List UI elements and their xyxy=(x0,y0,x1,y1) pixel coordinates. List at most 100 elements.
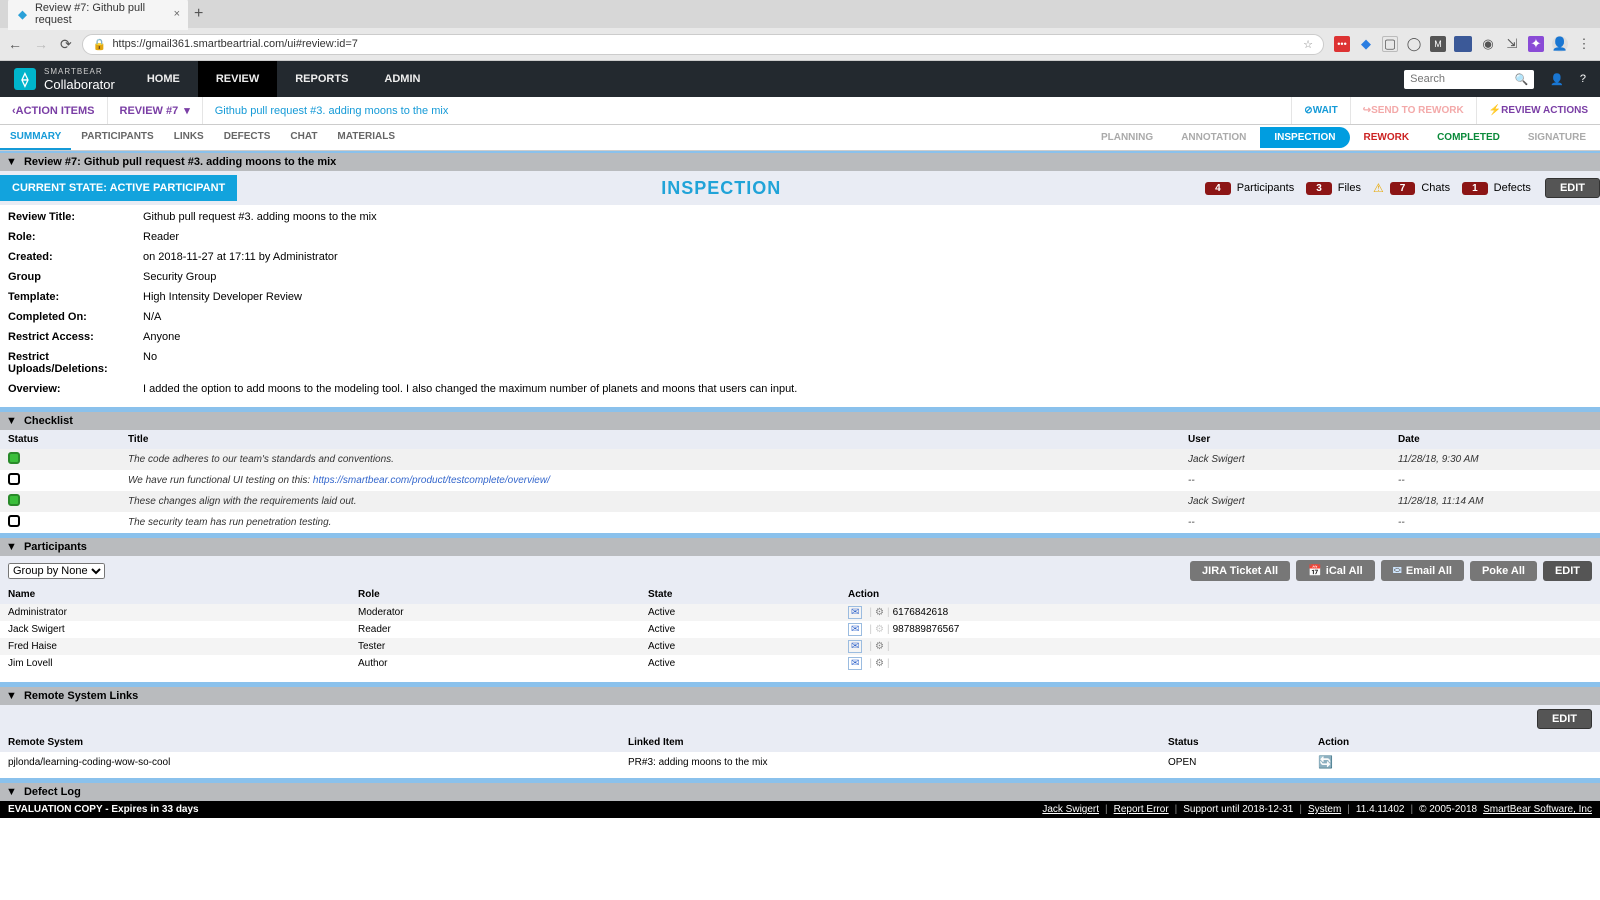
stage-planning[interactable]: PLANNING xyxy=(1087,127,1167,148)
poke-all-button[interactable]: Poke All xyxy=(1470,561,1537,581)
participant-row: Fred Haise Tester Active ✉|⚙| xyxy=(0,638,1600,655)
tab-participants[interactable]: PARTICIPANTS xyxy=(71,125,163,150)
brand[interactable]: ⟠ SMARTBEAR Collaborator xyxy=(0,67,129,92)
browser-tab[interactable]: ◆ Review #7: Github pull request × xyxy=(8,0,188,30)
ext-icon-9[interactable]: ✦ xyxy=(1528,36,1544,52)
review-num-dropdown[interactable]: REVIEW #7 ▾ xyxy=(108,97,203,124)
section-checklist-header[interactable]: ▼ Checklist xyxy=(0,410,1600,430)
gear-icon[interactable]: ⚙ xyxy=(875,658,884,669)
checklist-row: We have run functional UI testing on thi… xyxy=(0,470,1600,491)
gear-icon[interactable]: ⚙ xyxy=(875,641,884,652)
stage-annotation[interactable]: ANNOTATION xyxy=(1167,127,1260,148)
col-status: Status xyxy=(0,430,120,449)
bookmark-icon[interactable]: ☆ xyxy=(1303,38,1313,51)
col-date: Date xyxy=(1390,430,1600,449)
checkbox-icon[interactable] xyxy=(8,473,20,485)
tab-defects[interactable]: DEFECTS xyxy=(214,125,281,150)
stage-signature[interactable]: SIGNATURE xyxy=(1514,127,1600,148)
kv-template-v: High Intensity Developer Review xyxy=(143,291,302,303)
p-role: Author xyxy=(350,655,640,672)
gear-icon[interactable]: ⚙ xyxy=(875,607,884,618)
tab-summary[interactable]: SUMMARY xyxy=(0,125,71,150)
back-icon[interactable]: ← xyxy=(8,36,22,53)
mail-icon[interactable]: ✉ xyxy=(848,606,862,619)
ext-icon-7[interactable]: ◉ xyxy=(1480,36,1496,52)
nav-review[interactable]: REVIEW xyxy=(198,61,277,97)
edit-remote-button[interactable]: EDIT xyxy=(1537,709,1592,729)
checkbox-icon[interactable] xyxy=(8,515,20,527)
url-field[interactable]: 🔒 https://gmail361.smartbeartrial.com/ui… xyxy=(82,34,1324,55)
stage-inspection[interactable]: INSPECTION xyxy=(1260,127,1349,148)
footer-user[interactable]: Jack Swigert xyxy=(1042,804,1099,815)
ext-icon-1[interactable]: ••• xyxy=(1334,36,1350,52)
close-icon[interactable]: × xyxy=(174,8,180,20)
app-header: ⟠ SMARTBEAR Collaborator HOME REVIEW REP… xyxy=(0,61,1600,97)
gear-icon[interactable]: ⚙ xyxy=(875,624,884,635)
rcol-action: Action xyxy=(1310,733,1600,752)
warning-icon: ⚠ xyxy=(1373,181,1384,195)
browser-chrome: ◆ Review #7: Github pull request × + ← →… xyxy=(0,0,1600,61)
ical-all-button[interactable]: 📅iCal All xyxy=(1296,560,1375,581)
nav-admin[interactable]: ADMIN xyxy=(366,61,438,97)
user-icon[interactable]: 👤 xyxy=(1550,73,1564,86)
mail-icon[interactable]: ✉ xyxy=(848,623,862,636)
ext-icon-3[interactable]: ▢ xyxy=(1382,36,1398,52)
tab-chat[interactable]: CHAT xyxy=(280,125,327,150)
kv-completed-v: N/A xyxy=(143,311,161,323)
ext-icon-2[interactable]: ◆ xyxy=(1358,36,1374,52)
help-icon[interactable]: ? xyxy=(1580,73,1586,85)
kv-role-k: Role: xyxy=(8,231,143,243)
send-rework-label: SEND TO REWORK xyxy=(1371,105,1464,116)
edit-participants-button[interactable]: EDIT xyxy=(1543,561,1592,581)
ext-icon-8[interactable]: ⇲ xyxy=(1504,36,1520,52)
footer-report[interactable]: Report Error xyxy=(1114,804,1169,815)
section-remote-header[interactable]: ▼ Remote System Links xyxy=(0,685,1600,705)
action-items-label: ACTION ITEMS xyxy=(16,105,95,117)
group-by-select[interactable]: Group by None xyxy=(8,563,105,579)
participants-table: Name Role State Action Administrator Mod… xyxy=(0,585,1600,672)
footer-system[interactable]: System xyxy=(1308,804,1341,815)
reload-icon[interactable]: ⟳ xyxy=(60,36,72,53)
footer: EVALUATION COPY - Expires in 33 days Jac… xyxy=(0,801,1600,818)
mail-icon[interactable]: ✉ xyxy=(848,640,862,653)
footer-copy: © 2005-2018 xyxy=(1419,804,1477,815)
action-items-link[interactable]: ‹ ACTION ITEMS xyxy=(0,97,108,124)
edit-review-button[interactable]: EDIT xyxy=(1545,178,1600,198)
jira-ticket-all-button[interactable]: JIRA Ticket All xyxy=(1190,561,1290,581)
forward-icon[interactable]: → xyxy=(34,36,48,53)
pcol-role: Role xyxy=(350,585,640,604)
ext-icon-4[interactable]: ◯ xyxy=(1406,36,1422,52)
stage-rework[interactable]: REWORK xyxy=(1350,127,1424,148)
section-review-header[interactable]: ▼ Review #7: Github pull request #3. add… xyxy=(0,151,1600,171)
kv-group-k: Group xyxy=(8,271,143,283)
nav-reports[interactable]: REPORTS xyxy=(277,61,366,97)
kv-overview-v: I added the option to add moons to the m… xyxy=(143,383,797,395)
checklist-user: Jack Swigert xyxy=(1180,449,1390,470)
tab-materials[interactable]: MATERIALS xyxy=(327,125,405,150)
checkbox-icon[interactable] xyxy=(8,494,20,506)
review-title-link[interactable]: Github pull request #3. adding moons to … xyxy=(203,97,1292,124)
participant-row: Administrator Moderator Active ✉|⚙|61768… xyxy=(0,604,1600,621)
email-all-button[interactable]: ✉Email All xyxy=(1381,560,1464,581)
stage-completed[interactable]: COMPLETED xyxy=(1423,127,1514,148)
review-actions-button[interactable]: ⚡ REVIEW ACTIONS xyxy=(1476,97,1600,124)
nav-home[interactable]: HOME xyxy=(129,61,198,97)
footer-company[interactable]: SmartBear Software, Inc xyxy=(1483,804,1592,815)
avatar-icon[interactable]: 👤 xyxy=(1552,36,1568,52)
ext-icon-6[interactable] xyxy=(1454,36,1472,52)
new-tab-button[interactable]: + xyxy=(194,5,203,23)
search-input[interactable] xyxy=(1410,73,1514,85)
mail-icon[interactable]: ✉ xyxy=(848,657,862,670)
tab-links[interactable]: LINKS xyxy=(164,125,214,150)
ext-icon-5[interactable]: M xyxy=(1430,36,1446,52)
refresh-icon[interactable]: 🔄 xyxy=(1318,755,1333,769)
checkbox-icon[interactable] xyxy=(8,452,20,464)
wait-button[interactable]: ⊘ WAIT xyxy=(1291,97,1349,124)
section-participants-header[interactable]: ▼ Participants xyxy=(0,536,1600,556)
search-box[interactable]: 🔍 xyxy=(1404,70,1534,89)
checklist-link[interactable]: https://smartbear.com/product/testcomple… xyxy=(313,475,550,486)
participants-count: 4 xyxy=(1205,182,1231,195)
section-defectlog-header[interactable]: ▼ Defect Log xyxy=(0,781,1600,801)
menu-icon[interactable]: ⋮ xyxy=(1576,36,1592,52)
search-icon[interactable]: 🔍 xyxy=(1514,73,1528,86)
